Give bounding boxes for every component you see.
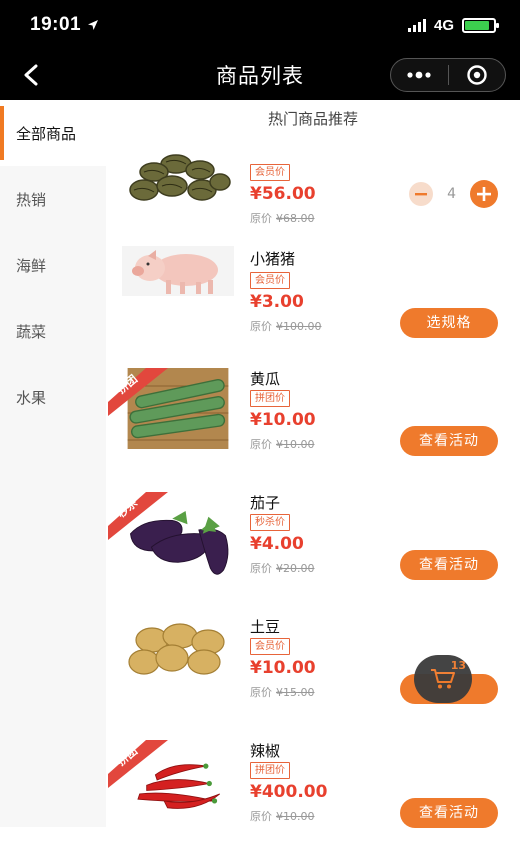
back-button[interactable] [14,58,48,92]
select-spec-button[interactable]: 选规格 [400,308,498,338]
category-sidebar: 全部商品 热销 海鲜 蔬菜 水果 [0,100,106,827]
product-price: ¥10.00 [250,658,316,678]
price-tag: 拼团价 [250,390,290,407]
page-title: 商品列表 [216,64,304,88]
price-tag: 秒杀价 [250,514,290,531]
close-capsule-button[interactable] [449,59,506,91]
original-price: 原价 ¥68.00 [250,212,315,225]
product-item[interactable]: 拼团 黄瓜 拼团价 ¥10.00 原价 ¥10.00 查看活动 [106,368,520,490]
price-tag: 拼团价 [250,762,290,779]
original-price: 原价 ¥100.00 [250,320,322,333]
flash-sale-badge [108,492,168,540]
sidebar-item-label: 海鲜 [16,256,47,275]
target-icon [467,65,487,85]
original-price: 原价 ¥15.00 [250,686,315,699]
product-price: ¥56.00 [250,184,316,204]
view-activity-button[interactable]: 查看活动 [400,550,498,580]
plus-icon [477,187,491,201]
product-name: 黄瓜 [250,370,281,388]
product-price: ¥4.00 [250,534,304,554]
group-buy-badge [108,740,168,788]
original-price: 原价 ¥20.00 [250,562,315,575]
battery-icon [462,17,499,33]
product-item[interactable]: 小猪猪 会员价 ¥3.00 原价 ¥100.00 选规格 [106,246,520,368]
pig-image [122,246,234,296]
sidebar-item-label: 蔬菜 [16,322,47,341]
sidebar-item-label: 全部商品 [16,124,77,143]
sidebar-item-label: 水果 [16,388,47,407]
quantity-stepper: 4 [409,180,498,208]
back-arrow-icon [24,64,38,86]
group-buy-badge [108,368,168,416]
sidebar-item-seafood[interactable]: 海鲜 [0,232,106,298]
sidebar-item-all[interactable]: 全部商品 [0,100,106,166]
status-time: 19:01 [30,14,82,35]
view-activity-button[interactable]: 查看活动 [400,426,498,456]
product-price: ¥400.00 [250,782,328,802]
network-label: 4G [433,16,454,34]
more-dots-icon [407,71,431,79]
cart-count-badge: 13 [450,659,466,672]
decrease-button[interactable] [409,182,434,206]
product-name: 茄子 [250,494,281,512]
original-price: 原价 ¥10.00 [250,438,315,451]
status-bar: 19:01 4G [0,0,520,50]
product-name: 土豆 [250,618,281,636]
signal-icon [407,18,426,32]
sidebar-item-vegetables[interactable]: 蔬菜 [0,298,106,364]
quantity-value: 4 [447,186,456,202]
more-button[interactable] [391,59,448,91]
price-tag: 会员价 [250,638,290,655]
floating-cart-button[interactable]: 13 [414,655,472,703]
view-activity-button[interactable]: 查看活动 [400,798,498,828]
product-name: 辣椒 [250,742,281,760]
location-arrow-icon [88,20,99,30]
sidebar-item-label: 热销 [16,190,47,209]
price-tag: 会员价 [250,164,290,181]
sidebar-item-hot[interactable]: 热销 [0,166,106,232]
original-price: 原价 ¥10.00 [250,810,315,823]
potato-image [128,623,225,675]
section-title: 热门商品推荐 [267,110,358,128]
product-item[interactable]: 秒杀 茄子 秒杀价 ¥4.00 原价 ¥20.00 查看活动 [106,492,520,614]
product-name: 小猪猪 [250,250,296,268]
increase-button[interactable] [470,180,498,208]
sidebar-item-fruit[interactable]: 水果 [0,364,106,430]
product-item[interactable]: 拼团 辣椒 拼团价 ¥400.00 原价 ¥10.00 查看活动 [106,740,520,862]
price-tag: 会员价 [250,272,290,289]
taro-image [129,154,231,201]
product-price: ¥3.00 [250,292,304,312]
product-list: 热门商品推荐 会员价 ¥56.00 原价 ¥68.00 4 小猪猪 会员价 ¥3… [106,100,520,828]
nav-bar: 商品列表 [0,50,520,100]
mini-program-capsule [390,58,506,92]
minus-icon [415,193,428,196]
product-price: ¥10.00 [250,410,316,430]
